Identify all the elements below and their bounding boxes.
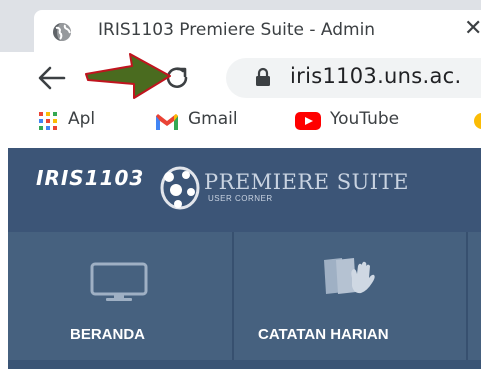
site-subtitle: USER CORNER <box>208 194 273 203</box>
youtube-icon[interactable] <box>295 111 321 131</box>
site-logo-text[interactable]: IRIS1103 <box>36 166 144 190</box>
apps-grid-icon[interactable] <box>38 111 58 131</box>
site-title: PREMIERE SUITE <box>204 170 409 194</box>
lock-icon[interactable] <box>254 67 272 87</box>
url-text[interactable]: iris1103.uns.ac. <box>290 64 462 88</box>
globe-icon <box>53 23 71 41</box>
nav-label-catatan-harian[interactable]: CATATAN HARIAN <box>258 326 389 343</box>
logo-mark-icon <box>160 166 200 210</box>
nav-label-beranda[interactable]: BERANDA <box>70 326 145 343</box>
tab-close-icon[interactable]: ✕ <box>464 16 481 41</box>
notes-hand-icon <box>324 258 375 294</box>
monitor-icon <box>90 262 148 301</box>
nav-tile-next[interactable] <box>468 232 481 369</box>
back-arrow-icon[interactable] <box>36 65 66 91</box>
tab-title: IRIS1103 Premiere Suite - Admin <box>98 20 376 40</box>
gmail-icon[interactable] <box>155 113 179 131</box>
green-arrow-pointer-icon <box>85 53 171 99</box>
tiles-bottom-edge <box>8 360 481 369</box>
bookmark-youtube[interactable]: YouTube <box>330 109 399 129</box>
bookmark-gmail[interactable]: Gmail <box>188 109 238 129</box>
toolbar-divider <box>0 139 481 147</box>
browser-window: IRIS1103 Premiere Suite - Admin ✕ iris11… <box>0 0 481 369</box>
bookmark-overflow-icon[interactable] <box>472 111 481 131</box>
bookmark-apl[interactable]: Apl <box>68 109 95 129</box>
